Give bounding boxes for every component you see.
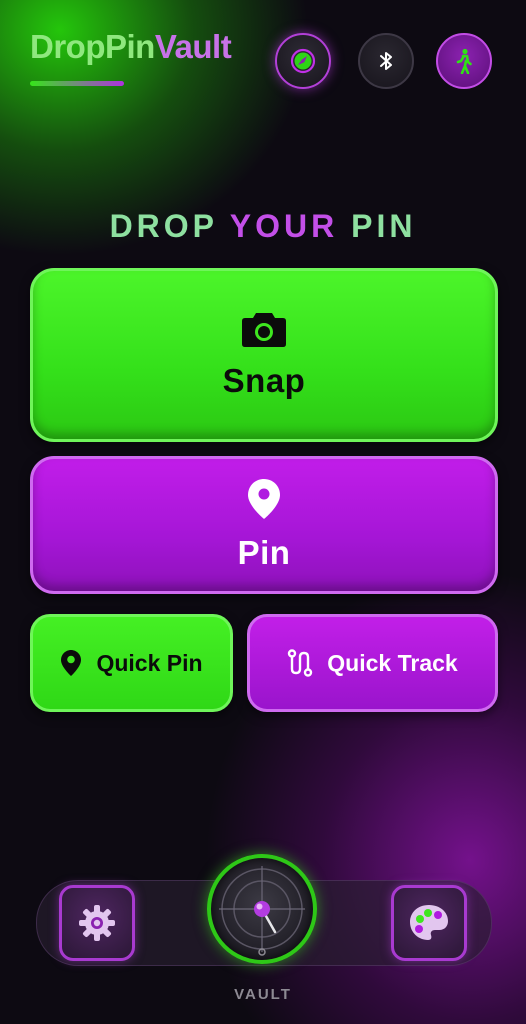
walking-mode-button[interactable] xyxy=(436,33,492,89)
palette-icon xyxy=(410,905,448,940)
heading-word-drop: DROP xyxy=(109,208,218,244)
compass-button[interactable] xyxy=(275,33,331,89)
map-pin-icon xyxy=(248,479,280,519)
route-icon xyxy=(288,649,313,677)
gear-icon xyxy=(79,905,115,941)
walking-person-icon xyxy=(456,48,472,74)
app-title-part2: Vault xyxy=(154,28,232,65)
quick-track-button[interactable]: Quick Track xyxy=(247,614,498,712)
vault-button[interactable] xyxy=(207,854,317,964)
snap-button[interactable]: Snap xyxy=(30,268,498,442)
app-title: DropPinVault xyxy=(30,28,232,66)
drop-pin-heading: DROP YOUR PIN xyxy=(0,208,526,245)
title-underline xyxy=(30,81,124,86)
settings-button[interactable] xyxy=(59,885,135,961)
pin-button[interactable]: Pin xyxy=(30,456,498,594)
vault-dial-icon xyxy=(219,866,305,956)
theme-palette-button[interactable] xyxy=(391,885,467,961)
snap-label: Snap xyxy=(222,362,306,399)
heading-word-pin: PIN xyxy=(351,208,417,244)
bluetooth-button[interactable] xyxy=(358,33,414,89)
pin-label: Pin xyxy=(237,534,291,571)
camera-icon xyxy=(242,313,286,347)
heading-word-your: YOUR xyxy=(229,208,339,244)
quick-pin-button[interactable]: Quick Pin xyxy=(30,614,233,712)
vault-label: VAULT xyxy=(234,986,292,1003)
compass-icon xyxy=(290,48,316,74)
bluetooth-icon xyxy=(380,52,392,70)
app-title-part1: DropPin xyxy=(30,28,155,65)
quick-track-label: Quick Track xyxy=(327,649,458,676)
location-pin-icon xyxy=(61,650,82,676)
quick-pin-label: Quick Pin xyxy=(96,649,203,676)
